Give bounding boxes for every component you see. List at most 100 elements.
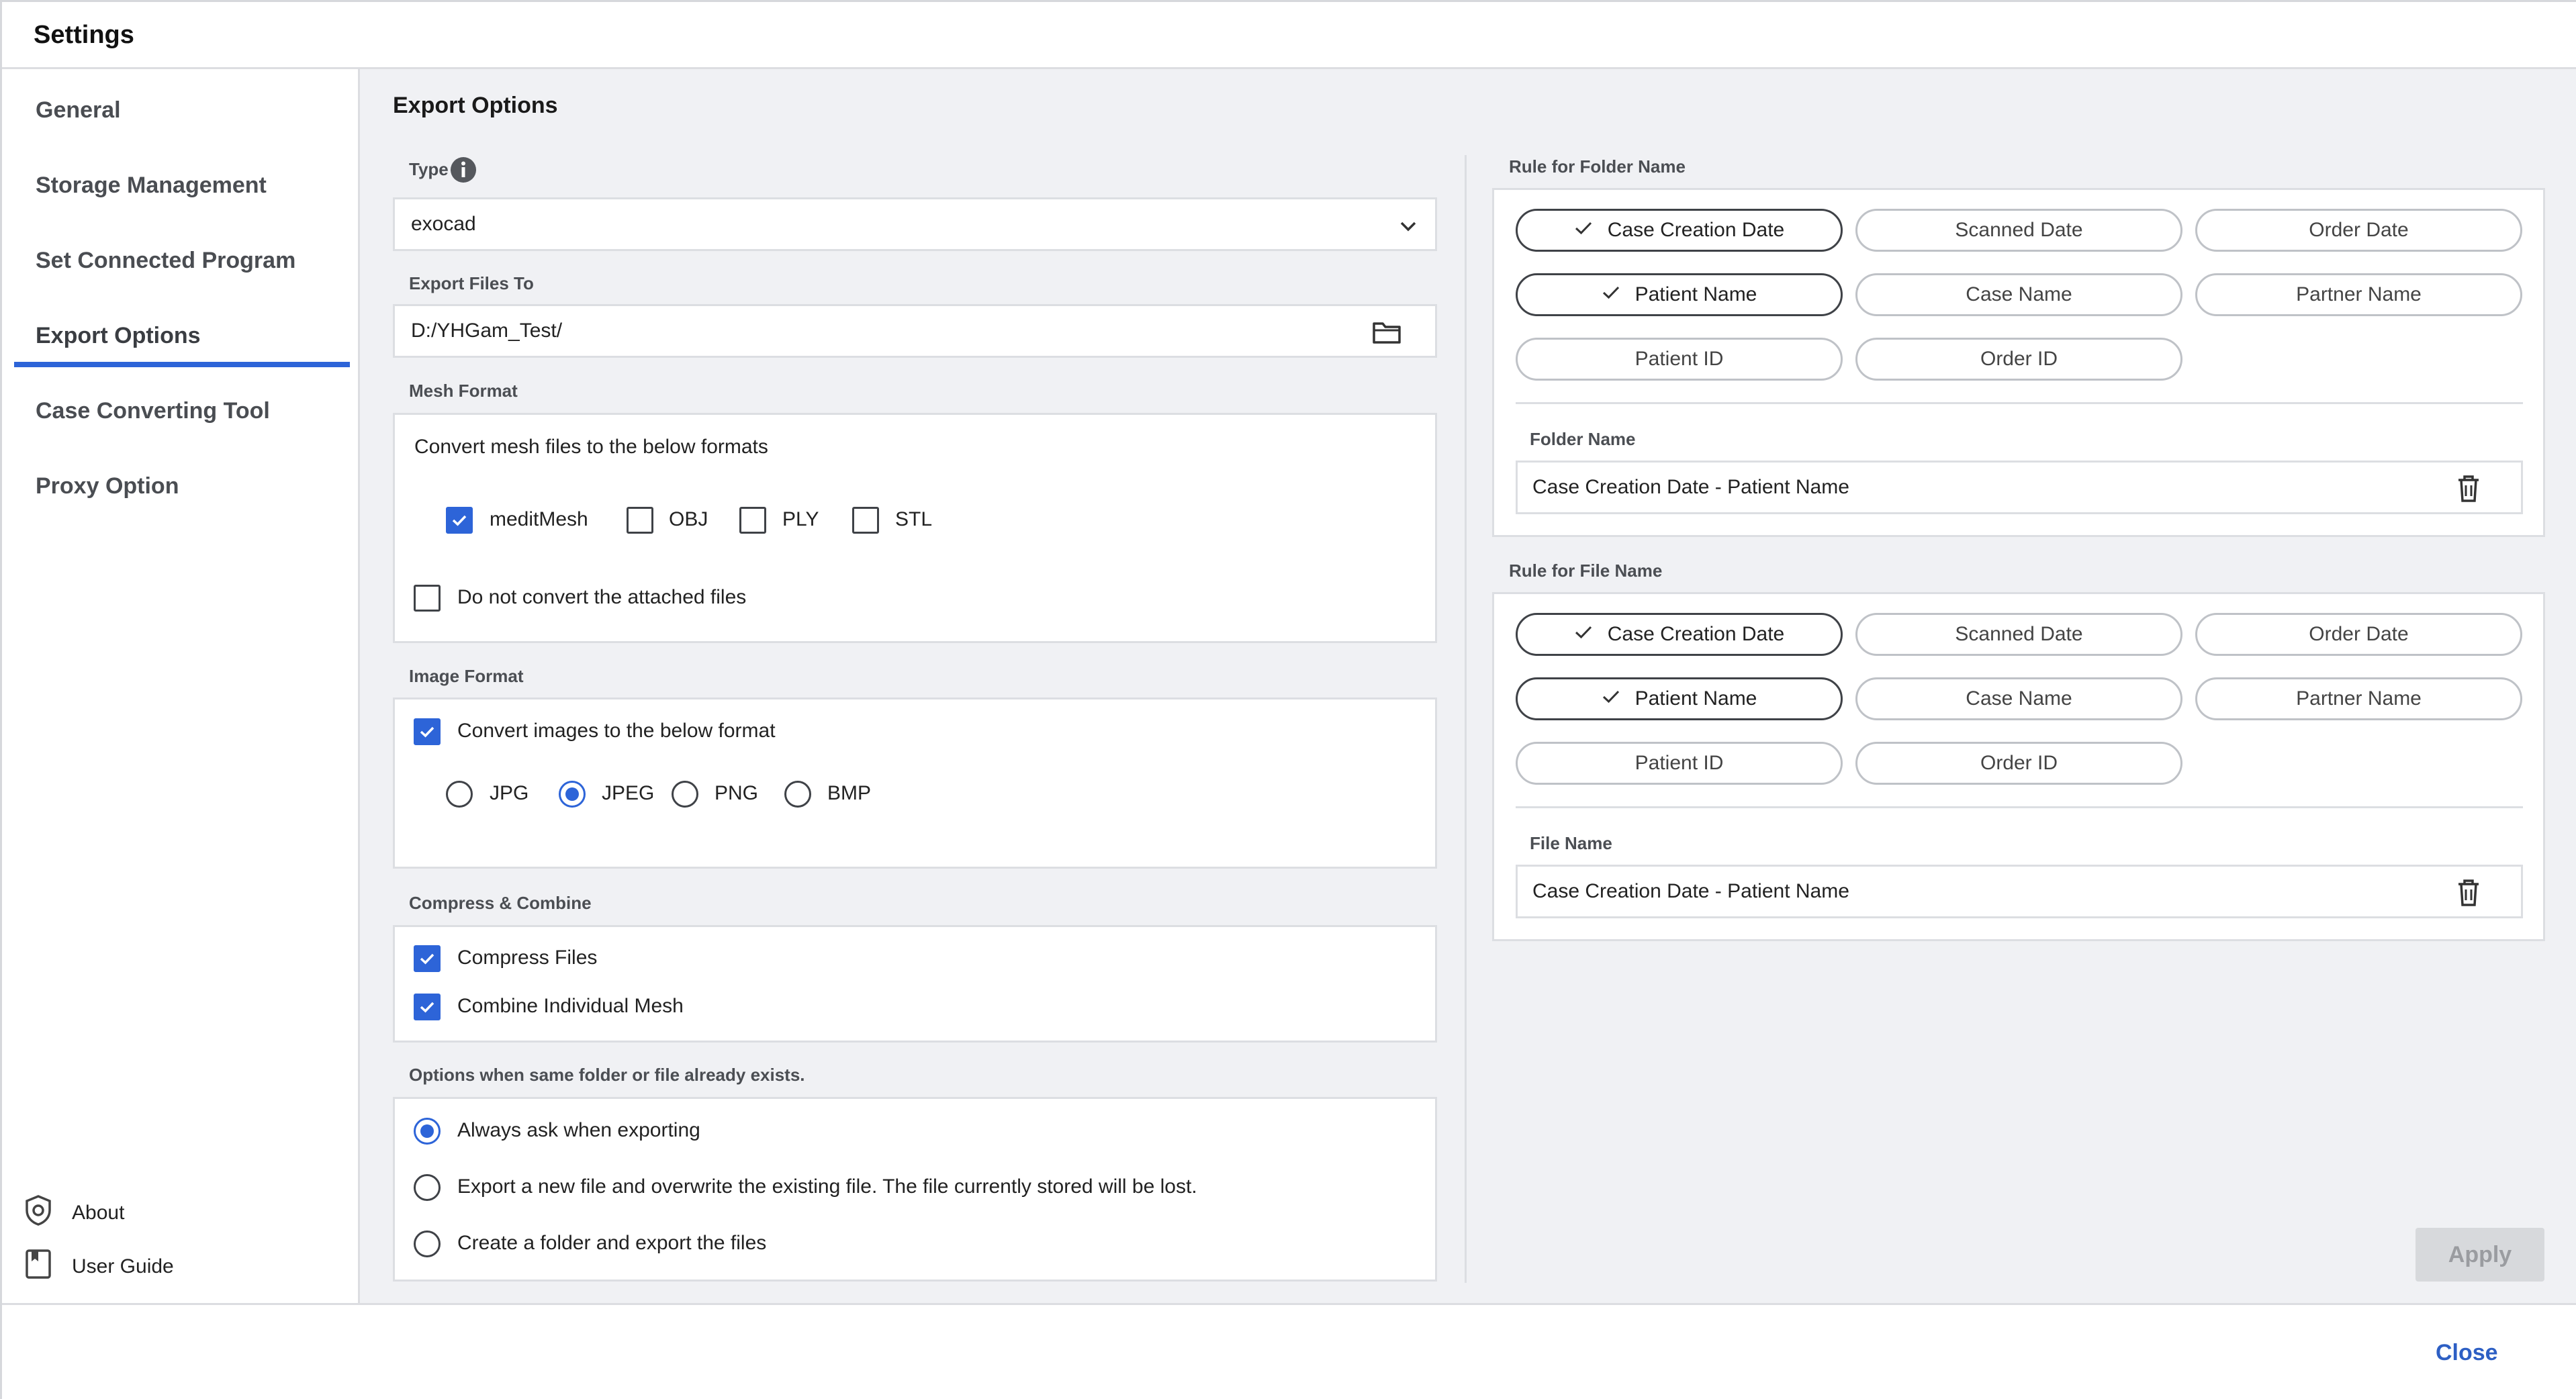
- type-value: exocad: [411, 213, 476, 235]
- compress-combine-panel: [393, 925, 1437, 1043]
- sidebar-item-storage-management[interactable]: Storage Management: [36, 173, 267, 199]
- stl-checkbox[interactable]: [852, 507, 879, 534]
- divider: [1516, 806, 2523, 808]
- column-divider: [1465, 155, 1467, 1283]
- no-convert-checkbox[interactable]: [414, 585, 441, 612]
- mesh-description: Convert mesh files to the below formats: [414, 436, 768, 458]
- jpg-radio[interactable]: [446, 781, 473, 808]
- apply-button[interactable]: Apply: [2416, 1228, 2544, 1282]
- sidebar: General Storage Management Set Connected…: [2, 69, 360, 1303]
- active-tab-indicator: [14, 362, 350, 367]
- overwrite-radio[interactable]: [414, 1174, 441, 1201]
- page-title: Export Options: [393, 93, 558, 118]
- divider: [1516, 402, 2523, 404]
- folder-chip-case-name[interactable]: Case Name: [1855, 273, 2182, 316]
- checkmark-icon: [1574, 219, 1593, 242]
- meditmesh-label: meditMesh: [490, 508, 588, 530]
- convert-images-checkbox[interactable]: [414, 718, 441, 745]
- chevron-down-icon: [1397, 215, 1419, 240]
- about-label: About: [72, 1202, 125, 1224]
- stl-label: STL: [895, 508, 933, 530]
- folder-chip-order-id[interactable]: Order ID: [1855, 338, 2182, 381]
- folder-chip-partner-name[interactable]: Partner Name: [2195, 273, 2522, 316]
- file-name-field[interactable]: Case Creation Date - Patient Name: [1516, 865, 2523, 918]
- jpeg-radio[interactable]: [559, 781, 586, 808]
- folder-name-value: Case Creation Date - Patient Name: [1532, 476, 1849, 498]
- trash-icon[interactable]: [2456, 475, 2481, 506]
- file-chip-case-name[interactable]: Case Name: [1855, 677, 2182, 720]
- chip-label: Patient ID: [1635, 752, 1724, 774]
- close-button[interactable]: Close: [2436, 1340, 2498, 1366]
- book-icon: [24, 1248, 72, 1286]
- export-to-label: Export Files To: [409, 273, 534, 293]
- type-dropdown[interactable]: exocad: [393, 197, 1437, 251]
- file-chip-order-date[interactable]: Order Date: [2195, 613, 2522, 656]
- trash-icon[interactable]: [2456, 879, 2481, 910]
- folder-rule-panel: Case Creation Date Scanned Date Order Da…: [1492, 188, 2545, 537]
- folder-chip-patient-name[interactable]: Patient Name: [1516, 273, 1843, 316]
- file-chip-case-creation-date[interactable]: Case Creation Date: [1516, 613, 1843, 656]
- chip-label: Case Creation Date: [1607, 623, 1785, 645]
- meditmesh-checkbox[interactable]: [446, 507, 473, 534]
- folder-chip-scanned-date[interactable]: Scanned Date: [1855, 209, 2182, 252]
- file-chip-partner-name[interactable]: Partner Name: [2195, 677, 2522, 720]
- folder-chip-case-creation-date[interactable]: Case Creation Date: [1516, 209, 1843, 252]
- exists-options-label: Options when same folder or file already…: [409, 1065, 805, 1085]
- chip-label: Patient Name: [1635, 687, 1757, 710]
- chip-label: Order ID: [1980, 348, 2058, 370]
- export-path-value: D:/YHGam_Test/: [411, 320, 563, 342]
- folder-icon[interactable]: [1372, 320, 1401, 348]
- file-rule-panel: Case Creation Date Scanned Date Order Da…: [1492, 592, 2545, 941]
- chip-label: Case Creation Date: [1607, 219, 1785, 241]
- compress-combine-label: Compress & Combine: [409, 893, 592, 913]
- file-chip-patient-name[interactable]: Patient Name: [1516, 677, 1843, 720]
- file-chip-scanned-date[interactable]: Scanned Date: [1855, 613, 2182, 656]
- title-bar: Settings: [2, 2, 2576, 69]
- folder-rule-label: Rule for Folder Name: [1509, 156, 1686, 177]
- image-format-label: Image Format: [409, 666, 524, 686]
- sidebar-item-set-connected-program[interactable]: Set Connected Program: [36, 248, 295, 274]
- combine-mesh-checkbox[interactable]: [414, 994, 441, 1020]
- compress-files-checkbox[interactable]: [414, 945, 441, 972]
- create-folder-radio[interactable]: [414, 1231, 441, 1257]
- checkmark-icon: [1602, 687, 1620, 710]
- png-label: PNG: [715, 782, 759, 804]
- bmp-label: BMP: [827, 782, 872, 804]
- bmp-radio[interactable]: [784, 781, 811, 808]
- file-chip-order-id[interactable]: Order ID: [1855, 742, 2182, 785]
- folder-name-label: Folder Name: [1530, 429, 1636, 449]
- obj-label: OBJ: [669, 508, 708, 530]
- overwrite-label: Export a new file and overwrite the exis…: [457, 1175, 1197, 1198]
- chip-label: Order Date: [2309, 623, 2409, 645]
- file-rule-label: Rule for File Name: [1509, 561, 1663, 581]
- sidebar-item-general[interactable]: General: [36, 97, 121, 124]
- compress-files-label: Compress Files: [457, 947, 598, 969]
- no-convert-label: Do not convert the attached files: [457, 586, 747, 608]
- convert-images-label: Convert images to the below format: [457, 720, 776, 742]
- png-radio[interactable]: [672, 781, 698, 808]
- chip-label: Order Date: [2309, 219, 2409, 241]
- user-guide-link[interactable]: User Guide: [24, 1248, 174, 1286]
- always-ask-label: Always ask when exporting: [457, 1119, 700, 1141]
- chip-label: Partner Name: [2296, 687, 2422, 710]
- ply-checkbox[interactable]: [739, 507, 766, 534]
- about-link[interactable]: About: [24, 1194, 124, 1232]
- settings-window: Settings General Storage Management Set …: [0, 0, 2576, 1399]
- folder-chip-patient-id[interactable]: Patient ID: [1516, 338, 1843, 381]
- export-path-field[interactable]: D:/YHGam_Test/: [393, 304, 1437, 358]
- ply-label: PLY: [782, 508, 819, 530]
- sidebar-item-case-converting-tool[interactable]: Case Converting Tool: [36, 398, 270, 424]
- info-icon[interactable]: [449, 156, 477, 187]
- chip-label: Case Name: [1966, 283, 2072, 305]
- file-name-value: Case Creation Date - Patient Name: [1532, 880, 1849, 902]
- chip-label: Scanned Date: [1955, 219, 2083, 241]
- always-ask-radio[interactable]: [414, 1118, 441, 1145]
- file-chip-patient-id[interactable]: Patient ID: [1516, 742, 1843, 785]
- sidebar-item-proxy-option[interactable]: Proxy Option: [36, 473, 179, 499]
- folder-name-field[interactable]: Case Creation Date - Patient Name: [1516, 461, 2523, 514]
- sidebar-item-export-options[interactable]: Export Options: [36, 323, 201, 349]
- obj-checkbox[interactable]: [627, 507, 653, 534]
- type-label: Type: [409, 159, 449, 179]
- jpg-label: JPG: [490, 782, 529, 804]
- folder-chip-order-date[interactable]: Order Date: [2195, 209, 2522, 252]
